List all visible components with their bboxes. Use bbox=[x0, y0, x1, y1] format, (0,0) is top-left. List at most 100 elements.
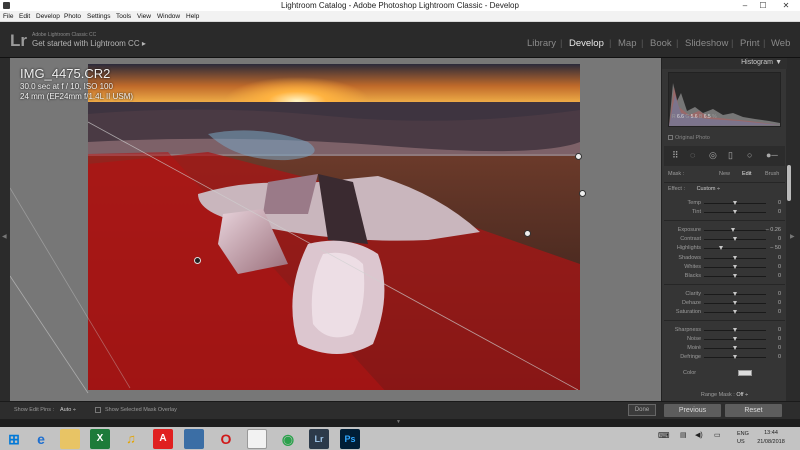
module-map[interactable]: Map bbox=[618, 38, 636, 49]
slider-track[interactable] bbox=[704, 265, 766, 269]
color-swatch[interactable] bbox=[738, 370, 752, 376]
maximize-button[interactable]: ☐ bbox=[754, 0, 772, 11]
network-icon[interactable]: ▤ bbox=[680, 431, 687, 439]
slider-knob[interactable] bbox=[732, 265, 737, 269]
slider-blacks[interactable]: Blacks 0 bbox=[662, 272, 787, 281]
menu-develop[interactable]: Develop bbox=[36, 13, 60, 20]
mask-overlay-checkbox[interactable] bbox=[95, 407, 101, 413]
slider-knob[interactable] bbox=[732, 355, 737, 359]
original-photo-checkbox[interactable]: Original Photo bbox=[668, 135, 710, 141]
document-icon[interactable] bbox=[247, 429, 267, 449]
language-indicator[interactable]: ENG US bbox=[737, 430, 749, 446]
crop-overlay-icon[interactable]: ⠿ bbox=[672, 150, 679, 161]
monitor-icon[interactable] bbox=[184, 429, 204, 449]
collapse-triangle-icon[interactable]: ▼ bbox=[775, 59, 782, 66]
slider-moir[interactable]: Moiré 0 bbox=[662, 344, 787, 353]
menu-file[interactable]: File bbox=[3, 13, 13, 20]
module-web[interactable]: Web bbox=[771, 38, 790, 49]
mask-center-pin[interactable] bbox=[194, 257, 201, 264]
close-button[interactable]: ✕ bbox=[772, 0, 800, 11]
radial-filter-icon[interactable]: ○ bbox=[747, 150, 752, 160]
expand-filmstrip-icon[interactable]: ▼ bbox=[396, 419, 401, 425]
slider-saturation[interactable]: Saturation 0 bbox=[662, 308, 787, 317]
acrobat-icon[interactable]: A bbox=[153, 429, 173, 449]
slider-track[interactable] bbox=[704, 274, 766, 278]
slider-value[interactable]: 0 bbox=[778, 345, 781, 351]
battery-icon[interactable]: ▭ bbox=[714, 431, 721, 439]
get-started-link[interactable]: Get started with Lightroom CC ▸ bbox=[32, 39, 146, 48]
mask-edit-pin[interactable] bbox=[575, 153, 582, 160]
graduated-filter-icon[interactable]: ▯ bbox=[728, 150, 733, 161]
menu-view[interactable]: View bbox=[137, 13, 151, 20]
slider-whites[interactable]: Whites 0 bbox=[662, 263, 787, 272]
show-edit-pins-dropdown[interactable]: Auto ÷ bbox=[60, 407, 76, 413]
filmstrip-collapsed[interactable]: ▼ bbox=[0, 419, 800, 427]
slider-track[interactable] bbox=[704, 310, 766, 314]
slider-sharpness[interactable]: Sharpness 0 bbox=[662, 326, 787, 335]
effect-preset-dropdown[interactable]: Custom ÷ bbox=[697, 186, 721, 192]
slider-knob[interactable] bbox=[732, 310, 737, 314]
collapse-right-icon[interactable]: ▶ bbox=[790, 233, 795, 240]
slider-value[interactable]: 0 bbox=[778, 273, 781, 279]
slider-knob[interactable] bbox=[732, 301, 737, 305]
slider-exposure[interactable]: Exposure – 0.26 bbox=[662, 226, 787, 235]
checkbox-icon[interactable] bbox=[668, 135, 673, 141]
taskbar-clock[interactable]: 13:44 21/08/2018 bbox=[753, 429, 789, 447]
slider-knob[interactable] bbox=[730, 228, 735, 232]
menu-help[interactable]: Help bbox=[186, 13, 199, 20]
menu-window[interactable]: Window bbox=[157, 13, 180, 20]
slider-track[interactable] bbox=[704, 328, 766, 332]
module-develop[interactable]: Develop bbox=[569, 38, 604, 49]
internet-explorer-icon[interactable]: e bbox=[31, 429, 51, 449]
slider-track[interactable] bbox=[704, 201, 766, 205]
slider-dehaze[interactable]: Dehaze 0 bbox=[662, 299, 787, 308]
slider-knob[interactable] bbox=[732, 201, 737, 205]
mask-edit-pin[interactable] bbox=[524, 230, 531, 237]
slider-track[interactable] bbox=[704, 292, 766, 296]
slider-track[interactable] bbox=[704, 337, 766, 341]
slider-track[interactable] bbox=[704, 346, 766, 350]
slider-tint[interactable]: Tint 0 bbox=[662, 208, 787, 217]
slider-clarity[interactable]: Clarity 0 bbox=[662, 290, 787, 299]
slider-track[interactable] bbox=[704, 210, 766, 214]
slider-value[interactable]: 0 bbox=[778, 354, 781, 360]
slider-knob[interactable] bbox=[732, 274, 737, 278]
slider-value[interactable]: 0 bbox=[778, 200, 781, 206]
slider-noise[interactable]: Noise 0 bbox=[662, 335, 787, 344]
slider-knob[interactable] bbox=[732, 256, 737, 260]
menu-settings[interactable]: Settings bbox=[87, 13, 111, 20]
mask-new[interactable]: New bbox=[719, 171, 730, 177]
slider-track[interactable] bbox=[704, 256, 766, 260]
slider-track[interactable] bbox=[704, 301, 766, 305]
slider-track[interactable] bbox=[704, 246, 766, 250]
right-panel-edge[interactable]: ▶ bbox=[786, 58, 800, 401]
minimize-button[interactable]: – bbox=[736, 0, 754, 11]
previous-button[interactable]: Previous bbox=[664, 404, 721, 417]
slider-knob[interactable] bbox=[732, 210, 737, 214]
slider-track[interactable] bbox=[704, 237, 766, 241]
red-eye-icon[interactable]: ◎ bbox=[709, 150, 717, 161]
slider-value[interactable]: 0 bbox=[778, 291, 781, 297]
range-mask-dropdown[interactable]: Off ÷ bbox=[736, 392, 748, 398]
slider-value[interactable]: 0 bbox=[778, 236, 781, 242]
chrome-icon[interactable]: ◉ bbox=[278, 429, 298, 449]
slider-value[interactable]: 0 bbox=[778, 209, 781, 215]
slider-track[interactable] bbox=[704, 355, 766, 359]
slider-highlights[interactable]: Highlights – 50 bbox=[662, 244, 787, 253]
module-book[interactable]: Book bbox=[650, 38, 672, 49]
photoshop-taskbar-icon[interactable]: Ps bbox=[340, 429, 360, 449]
slider-value[interactable]: 0 bbox=[778, 264, 781, 270]
mask-edit-pin[interactable] bbox=[579, 190, 586, 197]
lightroom-taskbar-icon[interactable]: Lr bbox=[309, 429, 329, 449]
adjustment-brush-icon[interactable]: ●─ bbox=[766, 150, 778, 160]
done-button[interactable]: Done bbox=[628, 404, 656, 416]
histogram-header[interactable]: Histogram ▼ bbox=[662, 58, 787, 69]
opera-icon[interactable]: O bbox=[216, 429, 236, 449]
mask-brush[interactable]: Brush bbox=[765, 171, 779, 177]
keyboard-icon[interactable]: ⌨ bbox=[658, 431, 670, 440]
slider-value[interactable]: 0 bbox=[778, 300, 781, 306]
menu-tools[interactable]: Tools bbox=[116, 13, 131, 20]
slider-value[interactable]: 0 bbox=[778, 255, 781, 261]
slider-knob[interactable] bbox=[732, 328, 737, 332]
slider-contrast[interactable]: Contrast 0 bbox=[662, 235, 787, 244]
